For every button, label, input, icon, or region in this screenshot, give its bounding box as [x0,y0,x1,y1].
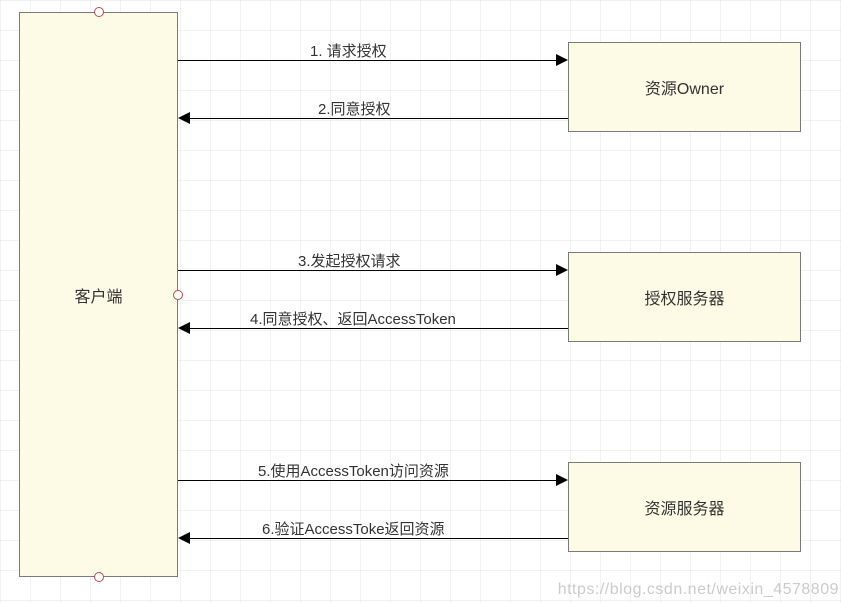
selection-handle[interactable] [173,290,183,300]
arrowhead-right-icon [556,264,568,276]
node-resource-owner[interactable]: 资源Owner [568,42,801,132]
selection-handle[interactable] [94,572,104,582]
selection-handle[interactable] [94,7,104,17]
arrow-5-label: 5.使用AccessToken访问资源 [258,460,449,481]
arrowhead-left-icon [178,532,190,544]
arrow-6-label: 6.验证AccessToke返回资源 [262,518,445,539]
arrow-3-label: 3.发起授权请求 [298,250,401,271]
node-resource-owner-label: 资源Owner [645,75,724,99]
arrowhead-right-icon [556,54,568,66]
node-resource-server-label: 资源服务器 [644,495,724,519]
node-client[interactable]: 客户端 [19,12,178,577]
arrow-2-label: 2.同意授权 [318,98,391,119]
node-auth-server[interactable]: 授权服务器 [568,252,801,342]
node-resource-server[interactable]: 资源服务器 [568,462,801,552]
arrow-4-label: 4.同意授权、返回AccessToken [250,308,456,329]
arrow-1-label: 1. 请求授权 [310,40,387,61]
arrowhead-right-icon [556,474,568,486]
node-client-label: 客户端 [74,283,122,307]
arrowhead-left-icon [178,322,190,334]
watermark: https://blog.csdn.net/weixin_4578809 [558,581,839,599]
node-auth-server-label: 授权服务器 [644,285,724,309]
arrowhead-left-icon [178,112,190,124]
